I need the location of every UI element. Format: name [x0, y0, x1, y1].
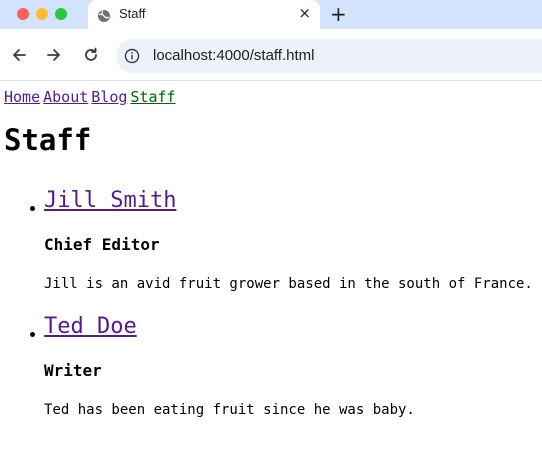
browser-toolbar: localhost:4000/staff.html: [0, 29, 542, 81]
minimize-window-button[interactable]: [36, 8, 48, 20]
active-tab[interactable]: Staff ×: [88, 0, 320, 29]
page-title: Staff: [4, 123, 92, 157]
staff-bio: Ted has been eating fruit since he was b…: [44, 402, 415, 418]
address-bar[interactable]: localhost:4000/staff.html: [116, 39, 542, 73]
staff-name-link[interactable]: Jill Smith: [44, 188, 176, 213]
nav-link-home[interactable]: Home: [4, 88, 40, 106]
nav-link-about[interactable]: About: [43, 88, 88, 106]
globe-icon: [97, 8, 111, 27]
list-bullet: [30, 206, 35, 211]
tab-bar: Staff × +: [0, 0, 542, 29]
new-tab-button[interactable]: +: [330, 2, 347, 26]
reload-icon[interactable]: [82, 46, 100, 64]
site-nav: Home About Blog Staff: [4, 88, 179, 106]
staff-role: Chief Editor: [44, 235, 160, 254]
close-window-button[interactable]: [17, 8, 29, 20]
nav-link-staff[interactable]: Staff: [130, 88, 175, 106]
close-tab-icon[interactable]: ×: [298, 4, 311, 22]
staff-bio: Jill is an avid fruit grower based in th…: [44, 276, 533, 292]
window-controls: [17, 8, 67, 20]
nav-link-blog[interactable]: Blog: [91, 88, 127, 106]
url-text[interactable]: localhost:4000/staff.html: [153, 47, 314, 64]
tab-title: Staff: [119, 6, 146, 21]
forward-arrow-icon[interactable]: [45, 46, 63, 64]
back-arrow-icon[interactable]: [10, 46, 28, 64]
maximize-window-button[interactable]: [55, 8, 67, 20]
site-info-icon[interactable]: [124, 48, 140, 68]
staff-role: Writer: [44, 361, 102, 380]
list-bullet: [30, 332, 35, 337]
staff-name-link[interactable]: Ted Doe: [44, 314, 137, 339]
